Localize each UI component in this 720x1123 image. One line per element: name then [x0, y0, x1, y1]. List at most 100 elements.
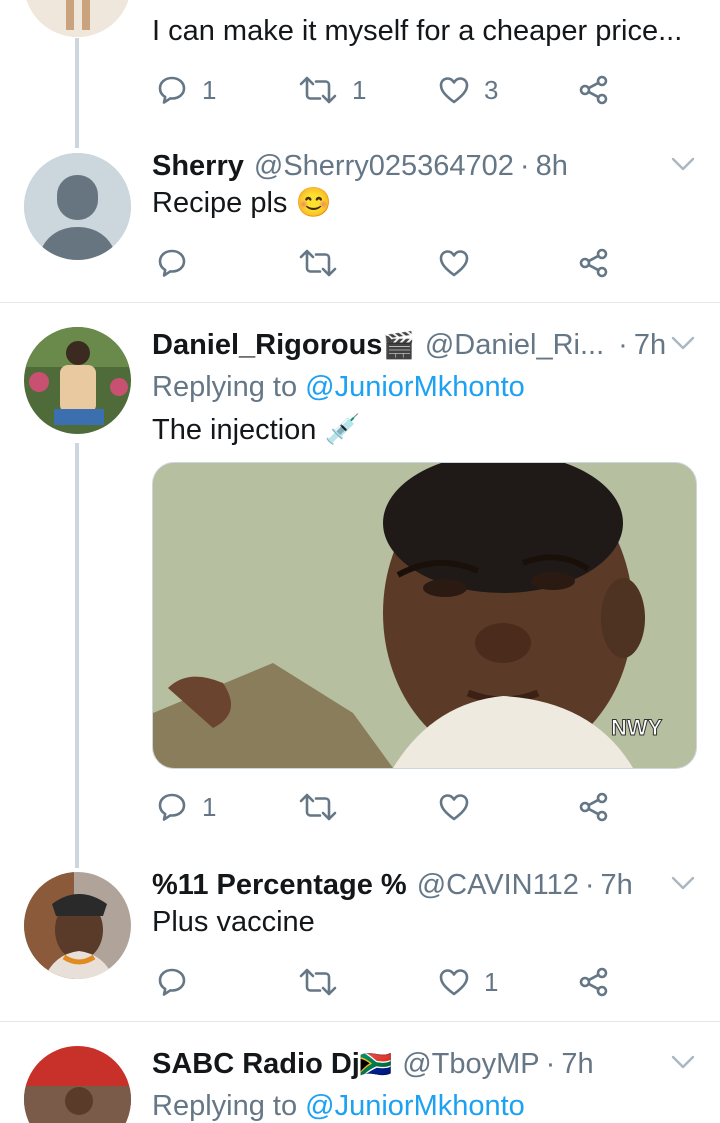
tweet-daniel[interactable]: Daniel_Rigorous 🎬 @Daniel_Ri... · 7h Rep…: [0, 303, 720, 868]
watermark: NWY: [611, 715, 663, 740]
tweet-text: Plus vaccine: [152, 906, 315, 938]
action-bar: 1 1 3: [152, 70, 632, 110]
separator: ·: [519, 150, 530, 182]
reply-count: 1: [202, 791, 217, 822]
avatar[interactable]: [24, 872, 131, 979]
share-button[interactable]: [578, 787, 610, 827]
syringe-emoji: 💉: [324, 414, 361, 446]
retweet-icon: [298, 966, 338, 998]
share-button[interactable]: [578, 70, 610, 110]
user-handle[interactable]: @TboyMP: [402, 1046, 539, 1082]
avatar-default[interactable]: [24, 153, 131, 260]
thread-line: [75, 38, 79, 148]
like-button[interactable]: 3: [438, 70, 498, 110]
avatar[interactable]: [24, 327, 131, 434]
timestamp[interactable]: 7h: [601, 867, 633, 903]
tweet-sherry[interactable]: Sherry @Sherry025364702 · 8h Recipe pls …: [0, 140, 720, 302]
display-name[interactable]: %11 Percentage %: [152, 867, 407, 903]
replying-to: Replying to @JuniorMkhonto: [152, 1088, 696, 1123]
display-name[interactable]: Daniel_Rigorous: [152, 327, 382, 363]
clapper-emoji: 🎬: [382, 330, 415, 360]
retweet-button[interactable]: 1: [298, 70, 366, 110]
tweet-percentage[interactable]: %11 Percentage % @CAVIN112 · 7h Plus vac…: [0, 863, 720, 1021]
chevron-down-icon[interactable]: [670, 154, 696, 174]
replying-to-label: Replying to: [152, 371, 298, 403]
reply-count: 1: [202, 74, 217, 105]
chevron-down-icon[interactable]: [670, 1052, 696, 1072]
reply-icon: [156, 247, 188, 279]
avatar-photo: [24, 327, 131, 434]
user-handle[interactable]: @Sherry025364702: [254, 148, 514, 184]
like-button[interactable]: [438, 243, 470, 283]
replying-to-label: Replying to: [152, 1090, 298, 1122]
separator: ·: [545, 1048, 556, 1080]
smile-emoji: 😊: [295, 187, 332, 219]
tweet-text: The injection 💉: [152, 411, 696, 449]
avatar[interactable]: [24, 0, 131, 37]
reply-icon: [156, 966, 188, 998]
timestamp[interactable]: 8h: [536, 148, 568, 184]
retweet-count: 1: [352, 74, 367, 105]
reply-icon: [156, 74, 188, 106]
user-handle[interactable]: @CAVIN112: [417, 867, 579, 903]
display-name[interactable]: SABC Radio Dj: [152, 1046, 360, 1082]
share-button[interactable]: [578, 962, 610, 1002]
share-icon: [578, 247, 610, 279]
retweet-button[interactable]: [298, 962, 338, 1002]
action-bar: [152, 243, 632, 283]
tweet-sabc[interactable]: SABC Radio Dj 🇿🇦 @TboyMP · 7h Replying t…: [0, 1022, 720, 1123]
avatar-photo: [24, 872, 131, 979]
action-bar: 1: [152, 962, 632, 1002]
timestamp[interactable]: 7h: [561, 1046, 593, 1082]
tweet-previous[interactable]: I can make it myself for a cheaper price…: [0, 0, 720, 148]
tweet-header: %11 Percentage % @CAVIN112 · 7h: [152, 867, 696, 903]
avatar[interactable]: [24, 1046, 131, 1123]
tweet-text: Recipe pls 😊: [152, 184, 696, 222]
timestamp[interactable]: 7h: [634, 327, 666, 363]
like-count: 1: [484, 966, 499, 997]
south-africa-flag-emoji: 🇿🇦: [359, 1049, 393, 1079]
tweet-header: Daniel_Rigorous 🎬 @Daniel_Ri... · 7h: [152, 327, 696, 363]
like-button[interactable]: 1: [438, 962, 498, 1002]
tweet-header: SABC Radio Dj 🇿🇦 @TboyMP · 7h: [152, 1046, 696, 1082]
meme-image: NWY: [153, 463, 696, 768]
chevron-down-icon[interactable]: [670, 333, 696, 353]
mention-link[interactable]: @JuniorMkhonto: [305, 371, 525, 403]
mention-link[interactable]: @JuniorMkhonto: [305, 1090, 525, 1122]
share-icon: [578, 74, 610, 106]
retweet-icon: [298, 791, 338, 823]
reply-button[interactable]: [156, 962, 188, 1002]
retweet-icon: [298, 247, 338, 279]
chevron-down-icon[interactable]: [670, 873, 696, 893]
user-handle[interactable]: @Daniel_Ri...: [425, 327, 604, 363]
separator: ·: [618, 329, 628, 361]
thread-line: [75, 443, 79, 868]
like-icon: [438, 247, 470, 279]
retweet-button[interactable]: [298, 243, 338, 283]
separator: ·: [584, 869, 595, 901]
retweet-button[interactable]: [298, 787, 338, 827]
avatar-photo: [24, 1046, 131, 1123]
display-name[interactable]: Sherry: [152, 148, 244, 184]
reply-button[interactable]: [156, 243, 188, 283]
reply-icon: [156, 791, 188, 823]
tweet-header: Sherry @Sherry025364702 · 8h: [152, 148, 696, 184]
like-button[interactable]: [438, 787, 470, 827]
replying-to: Replying to @JuniorMkhonto: [152, 369, 696, 405]
retweet-icon: [298, 74, 338, 106]
default-avatar-icon: [24, 153, 131, 260]
action-bar: 1: [152, 787, 632, 827]
reply-button[interactable]: 1: [156, 787, 216, 827]
tweet-image[interactable]: NWY: [152, 462, 697, 769]
tweet-text-body: The injection: [152, 414, 317, 446]
reply-button[interactable]: 1: [156, 70, 216, 110]
like-icon: [438, 791, 470, 823]
like-icon: [438, 966, 470, 998]
tweet-text: I can make it myself for a cheaper price…: [152, 15, 683, 47]
like-count: 3: [484, 74, 499, 105]
share-icon: [578, 791, 610, 823]
share-button[interactable]: [578, 243, 610, 283]
tweet-text-body: Recipe pls: [152, 187, 288, 219]
share-icon: [578, 966, 610, 998]
like-icon: [438, 74, 470, 106]
